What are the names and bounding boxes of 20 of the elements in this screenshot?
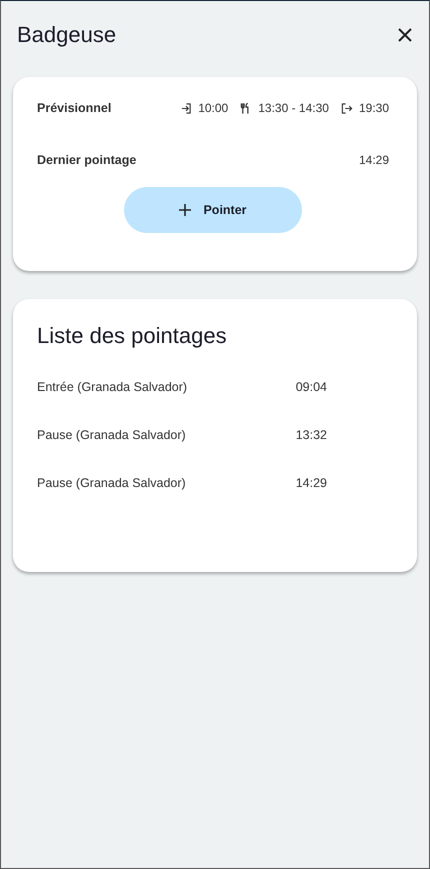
close-icon (397, 27, 413, 43)
punch-time: 14:29 (296, 476, 327, 490)
punch-label: Entrée (Granada Salvador) (37, 380, 188, 394)
punch-time: 13:32 (296, 428, 327, 442)
punch-label: Pause (Granada Salvador) (37, 476, 186, 490)
panel-title: Badgeuse (17, 22, 116, 48)
forecast-time: 13:30 - 14:30 (258, 101, 329, 115)
list-title: Liste des pointages (37, 323, 228, 349)
close-button[interactable] (397, 27, 413, 43)
last-punch-time: 14:29 (358, 153, 389, 167)
punch-time: 09:04 (296, 380, 327, 394)
forecast-time: 19:30 (358, 101, 389, 115)
punch-label: Pause (Granada Salvador) (37, 428, 186, 442)
last-punch-label: Dernier pointage (37, 153, 136, 167)
plus-icon (179, 204, 192, 216)
punch-button[interactable]: Pointer (124, 187, 302, 233)
sign-in-icon (180, 102, 192, 114)
forecast-time: 10:00 (198, 101, 228, 115)
forecast-label: Prévisionnel (37, 101, 112, 115)
sign-out-icon (340, 102, 353, 114)
